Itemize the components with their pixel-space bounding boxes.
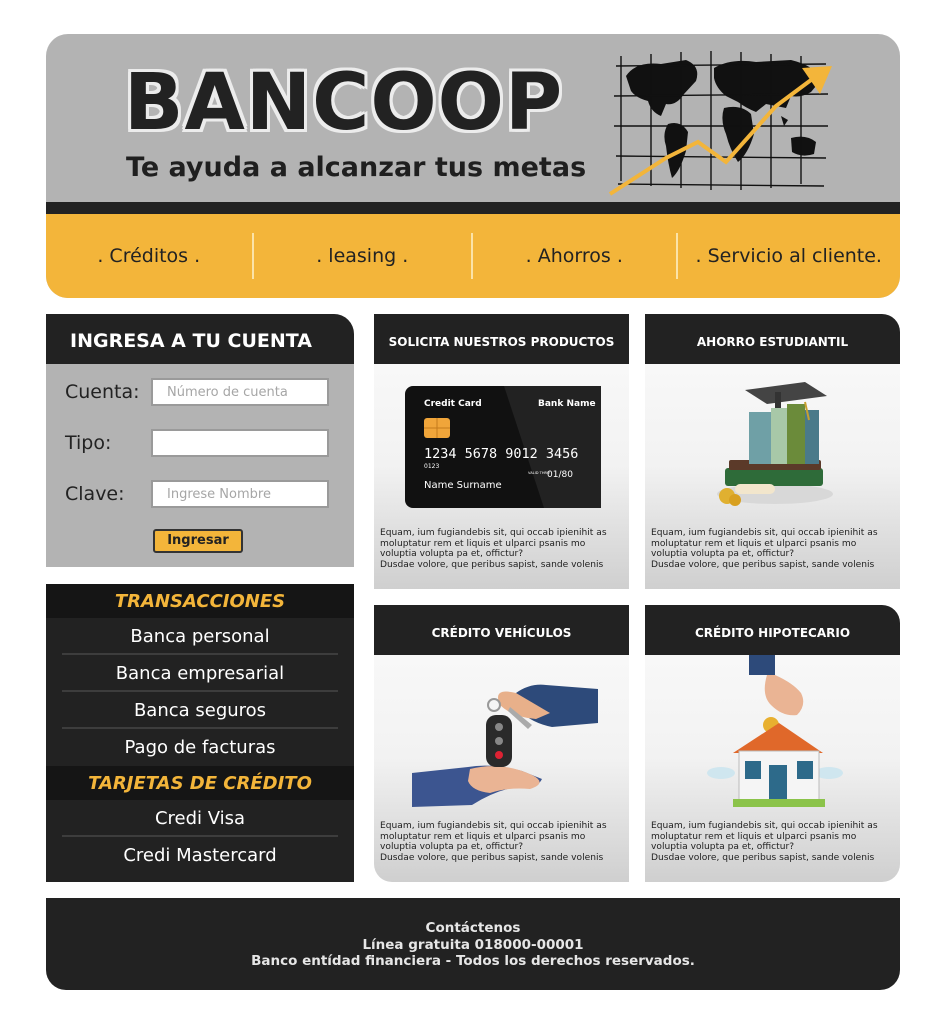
account-row: Cuenta: xyxy=(65,378,329,406)
site-footer: Contáctenos Línea gratuita 018000-00001 … xyxy=(46,898,900,990)
type-input[interactable] xyxy=(151,429,329,457)
footer-copyright: Banco entídad financiera - Todos los der… xyxy=(251,953,695,969)
main-nav: . Créditos . . leasing . . Ahorros . . S… xyxy=(46,214,900,298)
menu-item-banca-seguros[interactable]: Banca seguros xyxy=(62,692,338,729)
card-label-text: Credit Card xyxy=(424,399,482,409)
card-description: Equam, ium fugiandebis sit, qui occab ip… xyxy=(380,820,607,864)
nav-ahorros[interactable]: . Ahorros . xyxy=(473,245,676,267)
password-label: Clave: xyxy=(65,483,125,505)
login-title: INGRESA A TU CUENTA xyxy=(46,314,354,364)
login-panel: INGRESA A TU CUENTA Cuenta: Tipo: Clave:… xyxy=(46,314,354,567)
tarjetas-heading: TARJETAS DE CRÉDITO xyxy=(46,766,354,800)
card-credito-hipotecario[interactable]: CRÉDITO HIPOTECARIO Equam, ium fugiandeb… xyxy=(645,605,900,882)
menu-item-banca-personal[interactable]: Banca personal xyxy=(62,618,338,655)
menu-item-pago-facturas[interactable]: Pago de facturas xyxy=(62,729,338,766)
footer-phone: Línea gratuita 018000-00001 xyxy=(362,936,584,953)
card-small-text: 0123 xyxy=(424,463,439,470)
login-button[interactable]: Ingresar xyxy=(153,529,243,553)
card-bank-text: Bank Name xyxy=(538,399,596,409)
card-title: CRÉDITO HIPOTECARIO xyxy=(645,605,900,655)
logo-text[interactable]: BANCOOP xyxy=(124,64,563,142)
menu-item-credi-mastercard[interactable]: Credi Mastercard xyxy=(62,837,338,874)
house-coin-icon xyxy=(707,655,843,807)
card-description: Equam, ium fugiandebis sit, qui occab ip… xyxy=(651,820,878,864)
tagline: Te ayuda a alcanzar tus metas xyxy=(126,152,587,183)
account-label: Cuenta: xyxy=(65,381,140,403)
card-description: Equam, ium fugiandebis sit, qui occab ip… xyxy=(651,527,878,571)
card-title: SOLICITA NUESTROS PRODUCTOS xyxy=(374,314,629,364)
nav-creditos[interactable]: . Créditos . xyxy=(46,245,252,267)
sidebar-menu: TRANSACCIONES Banca personal Banca empre… xyxy=(46,584,354,882)
card-title: CRÉDITO VEHÍCULOS xyxy=(374,605,629,655)
password-input[interactable] xyxy=(151,480,329,508)
type-label: Tipo: xyxy=(65,432,112,454)
world-map-growth-icon xyxy=(608,51,832,196)
card-credito-vehiculos[interactable]: CRÉDITO VEHÍCULOS Equam, ium fugiandebis… xyxy=(374,605,629,882)
car-keys-hands-icon xyxy=(412,684,598,807)
account-input[interactable] xyxy=(151,378,329,406)
books-graduation-icon xyxy=(717,382,833,506)
card-number-text: 1234 5678 9012 3456 xyxy=(424,446,578,462)
nav-leasing[interactable]: . leasing . xyxy=(254,245,471,267)
card-ahorro-estudiantil[interactable]: AHORRO ESTUDIANTIL Equam, ium fugiandebi… xyxy=(645,314,900,589)
nav-servicio-cliente[interactable]: . Servicio al cliente. xyxy=(678,245,900,267)
header-divider xyxy=(46,202,900,214)
password-row: Clave: xyxy=(65,480,329,508)
card-name-text: Name Surname xyxy=(424,480,502,491)
credit-card-icon: Credit Card Bank Name 1234 5678 9012 345… xyxy=(405,386,601,508)
footer-contact[interactable]: Contáctenos xyxy=(46,920,900,937)
type-row: Tipo: xyxy=(65,429,329,457)
menu-item-credi-visa[interactable]: Credi Visa xyxy=(62,800,338,837)
transacciones-heading: TRANSACCIONES xyxy=(46,584,354,618)
card-title: AHORRO ESTUDIANTIL xyxy=(645,314,900,364)
card-productos[interactable]: SOLICITA NUESTROS PRODUCTOS Credit Card … xyxy=(374,314,629,589)
site-header: BANCOOP Te ayuda a alcanzar tus metas . … xyxy=(46,34,900,298)
menu-item-banca-empresarial[interactable]: Banca empresarial xyxy=(62,655,338,692)
card-expiry-text: 01/80 xyxy=(547,470,573,480)
card-description: Equam, ium fugiandebis sit, qui occab ip… xyxy=(380,527,607,571)
